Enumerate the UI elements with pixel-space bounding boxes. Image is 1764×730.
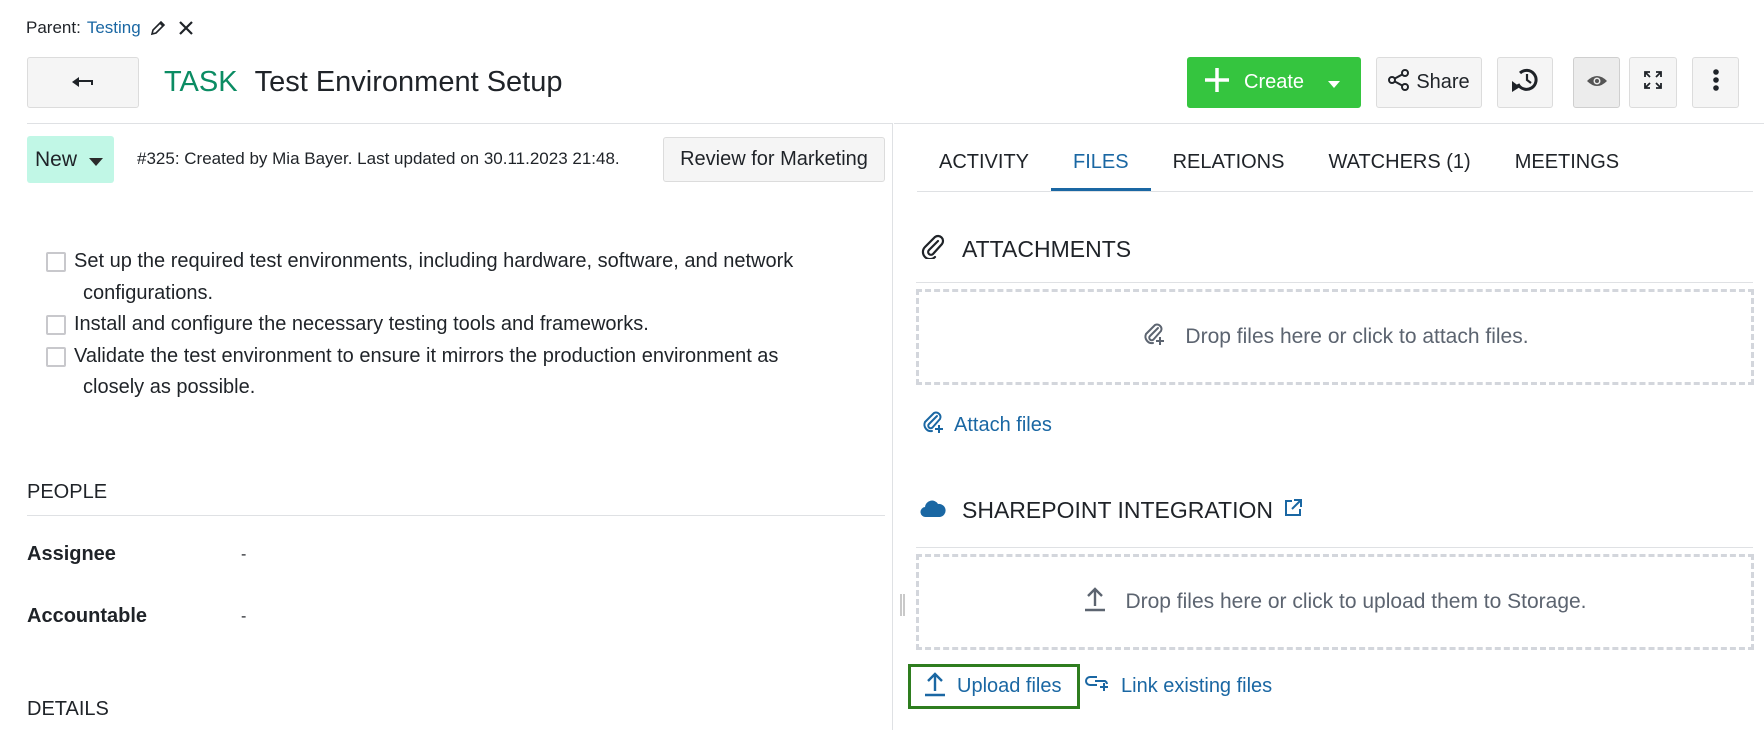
link-existing-files-button[interactable]: Link existing files [1085,674,1272,698]
header-divider [27,123,892,124]
paperclip-icon [920,233,946,265]
header-divider-right [894,123,1764,124]
upload-files-button[interactable]: Upload files [908,664,1080,709]
sharepoint-title: SHAREPOINT INTEGRATION [962,497,1273,523]
checkbox[interactable] [46,252,66,272]
expand-icon [1643,70,1663,96]
tab-relations[interactable]: RELATIONS [1151,136,1307,191]
paperclip-plus-icon [1141,321,1167,353]
close-icon[interactable] [175,17,197,39]
checklist-item-text: Install and configure the necessary test… [74,313,649,335]
people-section-title: PEOPLE [27,481,108,503]
sharepoint-drop-text: Drop files here or click to upload them … [1125,590,1587,613]
share-icon [1388,68,1410,97]
link-plus-icon [1085,674,1111,698]
attach-files-label: Attach files [954,413,1052,436]
tab-bar: ACTIVITY FILES RELATIONS WATCHERS (1) ME… [917,136,1641,191]
checkbox[interactable] [46,315,66,335]
pane-divider [892,123,893,730]
assignee-value[interactable]: - [241,546,246,564]
assignee-label: Assignee [27,543,116,565]
cloud-icon [920,497,946,524]
checklist-item-text-cont: closely as possible. [83,376,256,398]
share-button[interactable]: Share [1376,57,1482,108]
pencil-icon[interactable] [147,17,169,39]
checklist-item: Set up the required test environments, i… [46,246,866,309]
upload-icon [923,671,947,703]
checkbox[interactable] [46,346,66,367]
watch-button[interactable] [1573,57,1620,108]
create-label: Create [1244,71,1305,93]
fullscreen-button[interactable] [1629,57,1677,108]
history-icon [1511,67,1539,99]
more-vertical-icon [1712,68,1720,97]
attachments-drop-text: Drop files here or click to attach files… [1185,325,1529,348]
checklist-item-text-cont: configurations. [83,281,214,304]
sharepoint-header: SHAREPOINT INTEGRATION [920,497,1303,524]
attachments-title: ATTACHMENTS [962,235,1132,262]
plus-icon [1204,67,1230,99]
sharepoint-divider [916,547,1753,548]
people-divider [27,515,885,516]
accountable-value[interactable]: - [241,608,246,626]
description-checklist: Set up the required test environments, i… [46,246,866,404]
attachments-dropzone[interactable]: Drop files here or click to attach files… [916,289,1754,385]
paperclip-plus-icon [920,409,946,441]
pane-resize-handle[interactable] [900,594,905,616]
checklist-item-text: Set up the required test environments, i… [74,250,794,272]
sharepoint-dropzone[interactable]: Drop files here or click to upload them … [916,554,1754,650]
eye-icon [1586,71,1608,94]
activity-history-button[interactable] [1497,57,1553,108]
caret-down-icon [1328,71,1341,94]
checklist-item-text: Validate the test environment to ensure … [74,344,779,367]
details-section-title: DETAILS [27,698,109,720]
parent-row: Parent: Testing [26,16,197,40]
attachments-header: ATTACHMENTS [920,233,1131,265]
tab-files[interactable]: FILES [1051,136,1151,191]
tab-meetings[interactable]: MEETINGS [1493,136,1641,191]
review-for-marketing-button[interactable]: Review for Marketing [663,137,885,182]
back-arrow-icon [72,71,94,94]
attach-files-link[interactable]: Attach files [920,409,1052,441]
parent-link[interactable]: Testing [87,18,141,38]
work-package-subject[interactable]: Test Environment Setup [255,66,563,99]
create-button[interactable]: Create [1187,57,1361,108]
page-title: TASK Test Environment Setup [164,66,562,99]
share-label: Share [1416,71,1470,93]
upload-icon [1083,586,1107,618]
back-button[interactable] [27,57,139,108]
link-existing-files-label: Link existing files [1121,674,1273,697]
checklist-item: Install and configure the necessary test… [46,309,866,341]
attachments-divider [916,282,1753,283]
checklist-item: Validate the test environment to ensure … [46,341,866,404]
accountable-label: Accountable [27,605,148,627]
tab-watchers[interactable]: WATCHERS (1) [1306,136,1492,191]
caret-down-icon [89,148,104,172]
status-label: New [35,147,78,171]
more-menu-button[interactable] [1692,57,1739,108]
upload-files-label: Upload files [957,675,1062,697]
status-dropdown[interactable]: New [27,136,114,183]
work-package-type: TASK [164,66,238,98]
tabs-divider [917,191,1753,192]
tab-activity[interactable]: ACTIVITY [917,136,1051,191]
work-package-meta: #325: Created by Mia Bayer. Last updated… [137,149,620,168]
parent-label: Parent: [26,18,81,37]
external-link-icon[interactable] [1283,497,1303,524]
